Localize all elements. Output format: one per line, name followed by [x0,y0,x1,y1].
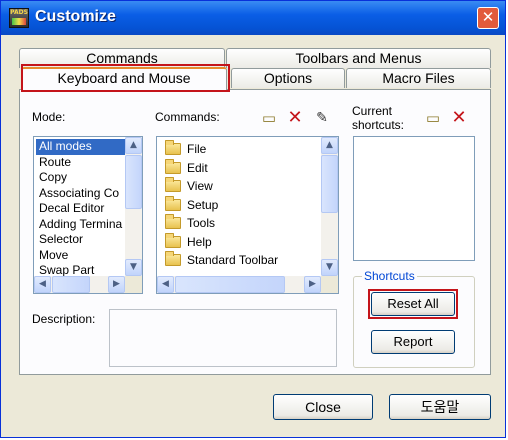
tab-keyboard-label: Keyboard and Mouse [57,70,191,86]
commands-items: File Edit View Setup Tools Help Standard Toolb… [159,140,321,270]
commands-hscroll[interactable]: ◀ ▶ [157,276,321,293]
commands-listbox[interactable]: File Edit View Setup Tools Help Standard Toolb… [156,136,339,294]
close-button[interactable]: Close [273,394,373,420]
shortcuts-group-title: Shortcuts [362,269,417,283]
pads-app-icon: PADS [9,8,29,28]
mode-hscroll[interactable]: ◀ ▶ [34,276,125,293]
current-shortcuts-listbox[interactable] [353,136,475,261]
folder-icon [165,177,181,193]
title-bar[interactable]: PADS Customize ✕ [1,1,505,35]
command-list-item[interactable]: Help [159,232,321,252]
close-label: Close [305,399,341,415]
current-shortcuts-line2: shortcuts: [352,118,405,132]
description-label: Description: [32,312,96,326]
folder-icon [165,158,181,174]
mode-list-item[interactable]: Selector [36,232,125,248]
close-icon[interactable]: ✕ [477,7,499,29]
folder-icon [165,232,181,248]
help-button[interactable]: 도움말 [389,394,491,420]
folder-icon [165,214,181,230]
folder-icon [165,251,181,267]
window-title: Customize [35,8,116,25]
command-list-item[interactable]: Standard Toolbar [159,251,321,270]
folder-icon [165,195,181,211]
app-icon-text: PADS [10,9,28,16]
scroll-down-icon[interactable]: ▼ [321,259,338,276]
new-shortcut-icon[interactable]: ▭ [423,108,443,128]
commands-label: Commands: [155,110,220,124]
description-box [109,309,337,367]
scroll-corner [125,276,142,293]
mode-items: All modes Route Copy Associating Co Decal Ed… [36,139,125,279]
tab-macro-files-label: Macro Files [382,70,455,86]
command-item-label: Standard Toolbar [187,253,279,267]
scroll-right-icon[interactable]: ▶ [108,276,125,293]
tab-commands-label: Commands [86,50,158,66]
mode-list-item[interactable]: All modes [36,139,125,155]
mode-hscroll-thumb[interactable] [52,276,90,293]
tab-options-label: Options [263,70,313,86]
mode-vscroll-thumb[interactable] [125,155,142,209]
new-item-icon[interactable]: ▭ [259,108,279,128]
mode-list-item[interactable]: Decal Editor [36,201,125,217]
command-list-item[interactable]: File [159,140,321,159]
command-item-label: Setup [187,197,219,212]
scroll-left-icon[interactable]: ◀ [157,276,174,293]
scroll-right-icon[interactable]: ▶ [304,276,321,293]
scroll-up-icon[interactable]: ▲ [125,137,142,154]
tab-keyboard-and-mouse[interactable]: Keyboard and Mouse [21,67,227,91]
mode-listbox[interactable]: All modes Route Copy Associating Co Decal Ed… [33,136,143,294]
folder-icon [165,140,181,156]
command-item-label: Tools [187,216,216,230]
tab-macro-files[interactable]: Macro Files [346,68,491,88]
mode-label: Mode: [32,110,66,124]
edit-pencil-icon[interactable]: ✎ [312,108,332,128]
customize-dialog: PADS Customize ✕ Commands Toolbars and M… [0,0,506,438]
report-button[interactable]: Report [371,330,455,354]
tab-options[interactable]: Options [231,68,345,88]
mode-list-item[interactable]: Route [36,155,125,171]
commands-hscroll-thumb[interactable] [175,276,285,293]
command-item-label: Edit [187,160,208,175]
tab-toolbars-label: Toolbars and Menus [295,50,422,66]
mode-list-item[interactable]: Move [36,248,125,264]
reset-all-label: Reset All [387,296,439,311]
help-label: 도움말 [420,399,460,415]
commands-vscroll[interactable]: ▲ ▼ [321,137,338,276]
mode-list-item[interactable]: Associating Co [36,186,125,202]
mode-vscroll[interactable]: ▲ ▼ [125,137,142,276]
delete-shortcut-icon[interactable]: ✕ [449,108,469,128]
scroll-left-icon[interactable]: ◀ [34,276,51,293]
mode-list-item[interactable]: Copy [36,170,125,186]
command-item-label: View [187,179,213,193]
command-item-label: Help [187,234,212,249]
current-shortcuts-label: Current shortcuts: [352,104,404,132]
reset-all-button[interactable]: Reset All [371,292,455,316]
scroll-down-icon[interactable]: ▼ [125,259,142,276]
tab-commands[interactable]: Commands [19,48,225,68]
command-list-item[interactable]: View [159,177,321,196]
mode-list-item[interactable]: Adding Termina [36,217,125,233]
tab-toolbars-and-menus[interactable]: Toolbars and Menus [226,48,491,68]
command-list-item[interactable]: Edit [159,158,321,178]
command-item-label: File [187,142,207,156]
current-shortcuts-line1: Current [352,104,393,118]
delete-icon[interactable]: ✕ [285,108,305,128]
report-label: Report [393,334,433,349]
command-list-item[interactable]: Tools [159,214,321,233]
shortcuts-groupbox: Shortcuts [353,269,475,368]
scroll-up-icon[interactable]: ▲ [321,137,338,154]
commands-vscroll-thumb[interactable] [321,155,338,213]
command-list-item[interactable]: Setup [159,195,321,215]
scroll-corner [321,276,338,293]
